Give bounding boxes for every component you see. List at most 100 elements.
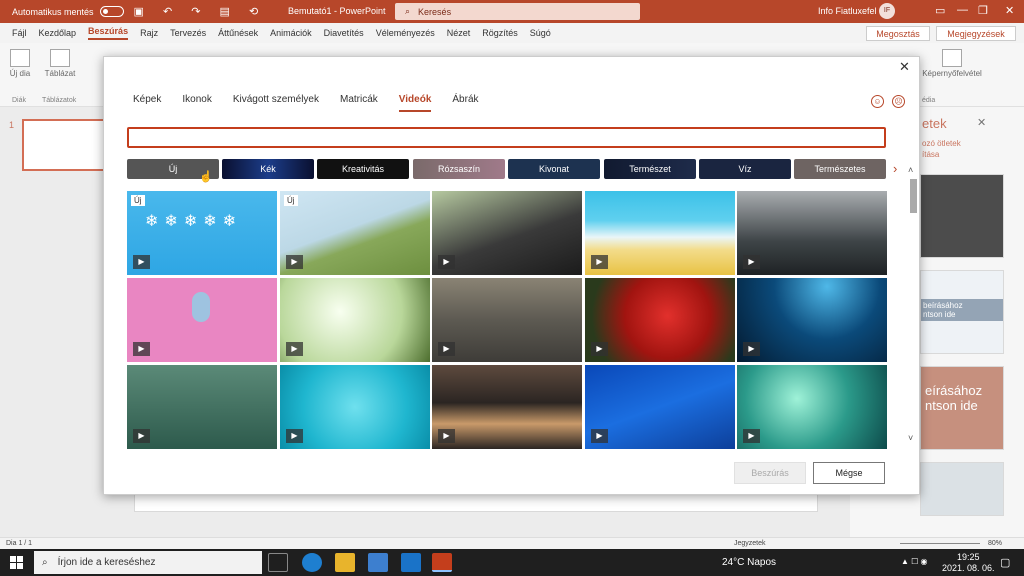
- search-input[interactable]: [127, 127, 886, 148]
- notes-toggle[interactable]: Jegyzetek: [734, 540, 766, 547]
- video-tile-green-wave[interactable]: ▶: [127, 365, 277, 449]
- video-icon: ▶: [133, 255, 150, 269]
- category-abstract[interactable]: Kivonat: [508, 159, 600, 179]
- ribbon-tab[interactable]: Diavetítés: [324, 28, 364, 38]
- avatar[interactable]: IF: [879, 3, 895, 19]
- autosave-label: Automatikus mentés: [12, 6, 94, 17]
- system-tray-icons[interactable]: ▲ ☐ ◉: [901, 557, 928, 566]
- chevron-down-icon[interactable]: ˅: [908, 433, 913, 443]
- tab-videos[interactable]: Videók: [398, 94, 432, 112]
- video-tile-cyclist[interactable]: ▶: [432, 278, 582, 362]
- ribbon-tab[interactable]: Áttűnések: [218, 28, 258, 38]
- tab-icons[interactable]: Ikonok: [182, 94, 211, 112]
- ribbon-tab[interactable]: Fájl: [12, 28, 27, 38]
- ribbon-tab[interactable]: Kezdőlap: [39, 28, 77, 38]
- search-box[interactable]: ⌕ Keresés: [395, 3, 640, 20]
- ribbon-tab[interactable]: Véleményezés: [376, 28, 435, 38]
- ribbon-tab[interactable]: Rögzítés: [482, 28, 518, 38]
- video-icon: ▶: [286, 255, 303, 269]
- category-nature[interactable]: Természet: [604, 159, 696, 179]
- new-badge: Új: [284, 195, 298, 206]
- snowflake-decoration: ❄❄❄❄❄: [145, 213, 243, 230]
- store-icon[interactable]: [368, 553, 388, 572]
- tab-images[interactable]: Képek: [133, 94, 161, 112]
- notifications-icon[interactable]: ▢: [1000, 556, 1010, 569]
- autosave-toggle[interactable]: [99, 6, 124, 17]
- edge-icon[interactable]: [302, 553, 322, 572]
- search-icon: ⌕: [42, 557, 48, 568]
- title-bar: Automatikus mentés ▣ ↶ ↷ ▤ ⟲ Bemutató1 -…: [0, 0, 1024, 23]
- category-water[interactable]: Víz: [699, 159, 791, 179]
- video-icon: ▶: [286, 342, 303, 356]
- video-tile-snowflakes[interactable]: ❄❄❄❄❄ Új ▶: [127, 191, 277, 275]
- scroll-thumb[interactable]: [910, 179, 917, 213]
- video-icon: ▶: [591, 342, 608, 356]
- mail-icon[interactable]: [401, 553, 421, 572]
- tab-illustrations[interactable]: Ábrák: [452, 94, 478, 112]
- video-tile-blue-water[interactable]: ▶: [585, 365, 735, 449]
- video-tile-blossoms[interactable]: ▶: [280, 278, 430, 362]
- maximize-icon[interactable]: ❐: [978, 4, 988, 17]
- taskbar-search[interactable]: ⌕ Írjon ide a kereséshez: [34, 551, 262, 574]
- ribbon-tab[interactable]: Animációk: [270, 28, 312, 38]
- video-tile-underwater[interactable]: ▶: [737, 278, 887, 362]
- video-tile-forest[interactable]: ▶: [737, 191, 887, 275]
- video-tile-pool[interactable]: ▶: [280, 365, 430, 449]
- video-tile-bokeh[interactable]: ▶: [737, 365, 887, 449]
- category-pink[interactable]: Rózsaszín: [413, 159, 505, 179]
- microphone-icon: [192, 292, 210, 322]
- clock[interactable]: 19:25 2021. 08. 06.: [942, 552, 995, 574]
- category-blue[interactable]: Kék: [222, 159, 314, 179]
- share-button[interactable]: Megosztás: [866, 26, 930, 41]
- quick-access-icons[interactable]: ▣ ↶ ↷ ▤ ⟲: [134, 5, 267, 18]
- video-icon: ▶: [286, 429, 303, 443]
- video-icon: ▶: [743, 255, 760, 269]
- video-tile-microphone[interactable]: ▶: [127, 278, 277, 362]
- video-tile-grass[interactable]: Új ▶: [280, 191, 430, 275]
- ribbon-display-icon[interactable]: ▭: [935, 4, 945, 17]
- ribbon-tab[interactable]: Nézet: [447, 28, 471, 38]
- chevron-right-icon[interactable]: ›: [893, 161, 897, 176]
- dialog-tabs: Képek Ikonok Kivágott személyek Matricák…: [133, 94, 500, 112]
- frown-feedback-icon[interactable]: ☹: [892, 95, 905, 108]
- ribbon-tab[interactable]: Súgó: [530, 28, 551, 38]
- weather-widget[interactable]: 24°C Napos: [722, 557, 776, 568]
- video-tile-boxes[interactable]: ▶: [432, 365, 582, 449]
- minimize-icon[interactable]: —: [957, 4, 968, 16]
- video-tile-graduation[interactable]: ▶: [432, 191, 582, 275]
- powerpoint-icon[interactable]: [432, 553, 452, 572]
- category-creativity[interactable]: Kreativitás: [317, 159, 409, 179]
- video-icon: ▶: [438, 255, 455, 269]
- ribbon-tab[interactable]: Rajz: [140, 28, 158, 38]
- task-view-icon[interactable]: [268, 553, 288, 572]
- video-tile-red-flower[interactable]: ▶: [585, 278, 735, 362]
- category-natural[interactable]: Természetes: [794, 159, 886, 179]
- close-icon[interactable]: ✕: [899, 59, 910, 75]
- chevron-up-icon[interactable]: ˄: [908, 165, 913, 175]
- new-badge: Új: [131, 195, 145, 206]
- zoom-slider[interactable]: [900, 543, 980, 544]
- smile-feedback-icon[interactable]: ☺: [871, 95, 884, 108]
- video-icon: ▶: [743, 429, 760, 443]
- ribbon-tab-active[interactable]: Beszúrás: [88, 26, 129, 40]
- scrollbar[interactable]: ˄ ˅: [908, 165, 918, 445]
- search-placeholder: Keresés: [418, 6, 452, 17]
- cancel-button[interactable]: Mégse: [813, 462, 885, 484]
- video-tile-paper-waves[interactable]: ▶: [585, 191, 735, 275]
- zoom-level[interactable]: 80%: [988, 540, 1002, 547]
- user-name[interactable]: Info Fiatluxefel: [818, 6, 877, 16]
- video-icon: ▶: [133, 429, 150, 443]
- ribbon-tab[interactable]: Tervezés: [170, 28, 206, 38]
- comments-button[interactable]: Megjegyzések: [936, 26, 1016, 41]
- tab-cutout-people[interactable]: Kivágott személyek: [233, 94, 319, 112]
- insert-button[interactable]: Beszúrás: [734, 462, 806, 484]
- tab-stickers[interactable]: Matricák: [340, 94, 378, 112]
- status-bar: Dia 1 / 1 Jegyzetek 80%: [0, 537, 1024, 549]
- taskbar: ⌕ Írjon ide a kereséshez 24°C Napos ▲ ☐ …: [0, 549, 1024, 576]
- video-icon: ▶: [438, 429, 455, 443]
- windows-start-icon[interactable]: [10, 556, 23, 569]
- taskbar-search-placeholder: Írjon ide a kereséshez: [57, 557, 156, 568]
- explorer-icon[interactable]: [335, 553, 355, 572]
- video-icon: ▶: [591, 429, 608, 443]
- close-window-icon[interactable]: ✕: [1005, 4, 1014, 17]
